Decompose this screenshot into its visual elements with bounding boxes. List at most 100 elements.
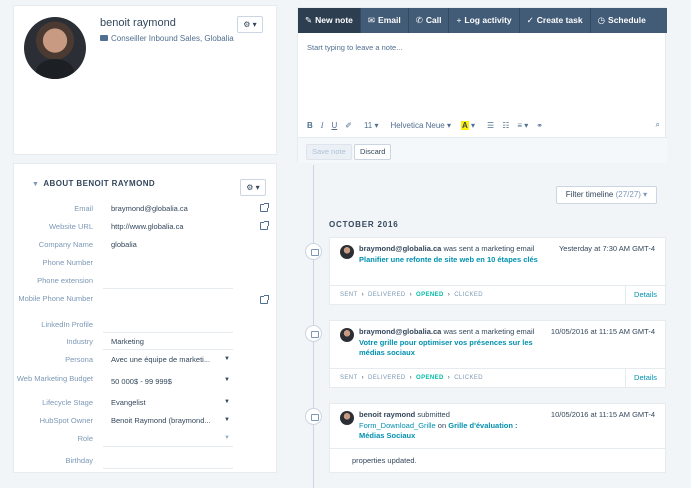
tab-log-activity[interactable]: + Log activity: [449, 8, 520, 33]
tab-email[interactable]: ✉ Email: [361, 8, 409, 33]
attachment-icon[interactable]: ⌕: [656, 120, 660, 130]
event-actor[interactable]: braymond@globalia.ca: [359, 327, 441, 336]
property-value[interactable]: http://www.globalia.ca: [111, 222, 231, 232]
event-action: was sent a marketing email: [443, 244, 535, 253]
text-color-button[interactable]: A ▾: [460, 120, 475, 130]
form-link[interactable]: Form_Download_Grille: [359, 421, 436, 430]
filter-label: Filter timeline: [565, 190, 614, 199]
form-event-icon: [305, 408, 322, 425]
event-timestamp: Yesterday at 7:30 AM GMT-4: [558, 244, 655, 253]
font-size-select[interactable]: 11 ▾: [364, 121, 379, 130]
tab-label: Schedule: [608, 15, 646, 25]
property-label: Website URL: [48, 222, 93, 231]
note-editor[interactable]: Start typing to leave a note...: [307, 43, 402, 52]
align-icon[interactable]: ≡ ▾: [517, 121, 528, 130]
pencil-icon: ✎: [305, 15, 313, 25]
property-label: Company Name: [38, 240, 93, 249]
tab-new-note[interactable]: ✎ New note: [298, 8, 361, 33]
step-sent: SENT: [340, 375, 358, 381]
link-icon[interactable]: ⚭: [536, 121, 543, 130]
align-glyph: ≡: [517, 120, 523, 130]
timeline-event: braymond@globalia.ca was sent a marketin…: [329, 237, 666, 305]
step-delivered: DELIVERED: [368, 292, 406, 298]
field-underline: [103, 349, 233, 350]
tab-label: Email: [378, 15, 401, 25]
external-link-icon[interactable]: [260, 221, 269, 230]
email-link[interactable]: Planifier une refonte de site web en 10 …: [359, 255, 538, 264]
dropdown-caret-icon[interactable]: ▼: [224, 377, 230, 383]
about-title-text: ABOUT BENOIT RAYMOND: [43, 179, 156, 188]
caret-icon: ▾: [524, 120, 529, 130]
details-link[interactable]: Details: [625, 369, 665, 387]
property-label: Persona: [65, 355, 93, 364]
numbered-list-icon[interactable]: ☷: [502, 121, 509, 130]
event-actor[interactable]: braymond@globalia.ca: [359, 244, 441, 253]
discard-button[interactable]: Discard: [354, 144, 392, 160]
property-label: Phone Number: [42, 258, 93, 267]
step-delivered: DELIVERED: [368, 375, 406, 381]
property-value[interactable]: globalia: [111, 240, 231, 250]
property-value[interactable]: Evangelist: [111, 398, 231, 408]
envelope-icon: ✉: [367, 15, 376, 25]
contact-job-title: Conseiller Inbound Sales, Globalia: [100, 34, 234, 43]
chevron-right-icon: ›: [409, 292, 413, 298]
bold-button[interactable]: B: [307, 121, 313, 130]
tab-label: Log activity: [464, 15, 512, 25]
property-label: Phone extension: [37, 276, 93, 285]
email-status-bar: SENT › DELIVERED › OPENED › CLICKED Details: [330, 285, 665, 304]
avatar: [340, 328, 354, 342]
event-actor[interactable]: benoit raymond: [359, 410, 415, 419]
tab-label: New note: [315, 15, 353, 25]
bulleted-list-icon[interactable]: ☰: [487, 121, 494, 130]
dropdown-caret-icon[interactable]: ▼: [224, 435, 230, 441]
event-action: was sent a marketing email: [443, 327, 535, 336]
property-value[interactable]: 50 000$ - 99 999$: [111, 377, 231, 387]
step-clicked: CLICKED: [454, 292, 484, 298]
dropdown-caret-icon[interactable]: ▼: [224, 417, 230, 423]
chevron-right-icon: ›: [447, 375, 451, 381]
tab-label: Call: [425, 15, 442, 25]
phone-icon: ✆: [415, 15, 423, 25]
avatar: [24, 17, 86, 79]
about-settings-button[interactable]: ⚙ ▾: [240, 179, 266, 196]
step-sent: SENT: [340, 292, 358, 298]
external-link-icon[interactable]: [260, 295, 269, 304]
underline-button[interactable]: U: [331, 121, 337, 130]
dropdown-caret-icon[interactable]: ▼: [224, 356, 230, 362]
property-label: Web Marketing Budget: [16, 374, 93, 383]
email-link[interactable]: Votre grille pour optimiser vos présence…: [359, 338, 533, 358]
font-family-select[interactable]: Helvetica Neue ▾: [390, 121, 451, 130]
tab-call[interactable]: ✆ Call: [409, 8, 450, 33]
event-connector: on: [437, 420, 447, 430]
step-opened: OPENED: [416, 292, 444, 298]
dropdown-caret-icon[interactable]: ▼: [224, 399, 230, 405]
filter-timeline-button[interactable]: Filter timeline (27/27) ▾: [556, 186, 657, 204]
save-note-button[interactable]: Save note: [306, 144, 352, 160]
field-underline: [103, 332, 233, 333]
editor-toolbar: B I U ✐ 11 ▾ Helvetica Neue ▾ A ▾ ☰ ☷ ≡ …: [307, 118, 662, 132]
tab-schedule[interactable]: ◷ Schedule: [591, 8, 653, 33]
profile-settings-button[interactable]: ⚙ ▾: [237, 16, 263, 33]
italic-button[interactable]: I: [321, 121, 324, 130]
property-value[interactable]: Marketing: [111, 337, 231, 347]
highlight-color-icon: A: [460, 120, 469, 130]
tab-create-task[interactable]: ✓ Create task: [520, 8, 591, 33]
event-timestamp: 10/05/2016 at 11:15 AM GMT-4: [550, 410, 655, 419]
field-underline: [103, 446, 233, 447]
property-label: Mobile Phone Number: [18, 294, 93, 303]
field-underline: [103, 288, 233, 289]
event-description: braymond@globalia.ca was sent a marketin…: [359, 327, 539, 359]
external-link-icon[interactable]: [260, 203, 269, 212]
strikethrough-icon[interactable]: ✐: [345, 121, 352, 130]
property-value[interactable]: braymond@globalia.ca: [111, 204, 231, 214]
about-section-header[interactable]: ▼ ABOUT BENOIT RAYMOND: [32, 179, 155, 188]
contact-name[interactable]: benoit raymond: [100, 17, 176, 29]
details-link[interactable]: Details: [625, 286, 665, 304]
property-value[interactable]: Avec une équipe de marketi...: [111, 355, 219, 365]
property-value[interactable]: Benoit Raymond (braymond...: [111, 416, 221, 426]
email-steps: SENT › DELIVERED › OPENED › CLICKED: [340, 292, 483, 298]
field-underline: [103, 468, 233, 469]
email-event-icon: [305, 243, 322, 260]
chevron-right-icon: ›: [447, 292, 451, 298]
email-status-bar: SENT › DELIVERED › OPENED › CLICKED Details: [330, 368, 665, 387]
